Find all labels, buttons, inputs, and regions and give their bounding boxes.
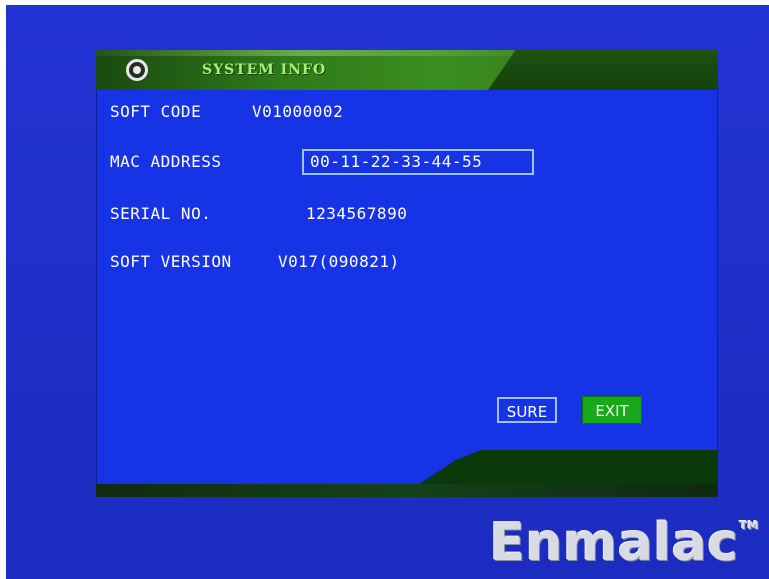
system-info-dialog: SYSTEM INFO SOFT CODE V01000002 MAC ADDR… <box>96 50 718 497</box>
title-bar-notch <box>488 50 718 90</box>
soft-version-label: SOFT VERSION <box>110 252 232 271</box>
serial-no-value: 1234567890 <box>306 204 408 223</box>
soft-code-value: V01000002 <box>252 102 344 121</box>
sure-button[interactable]: SURE <box>497 397 557 423</box>
soft-version-row: SOFT VERSION <box>110 252 232 271</box>
serial-no-label: SERIAL NO. <box>110 204 212 223</box>
dialog-footer-bar <box>96 484 718 497</box>
mac-address-row: MAC ADDRESS <box>110 152 221 171</box>
mac-address-label: MAC ADDRESS <box>110 152 222 171</box>
trademark-mark: TM <box>739 519 759 532</box>
screen-background: SYSTEM INFO SOFT CODE V01000002 MAC ADDR… <box>6 5 769 579</box>
mac-address-field[interactable]: 00-11-22-33-44-55 <box>302 149 534 175</box>
title-bar-highlight <box>96 50 516 56</box>
exit-button[interactable]: EXIT <box>582 396 642 424</box>
gear-icon <box>126 59 148 81</box>
soft-code-label: SOFT CODE <box>110 102 202 121</box>
soft-version-value: V017(090821) <box>278 252 400 271</box>
serial-no-row: SERIAL NO. <box>110 204 211 223</box>
soft-code-row: SOFT CODE <box>110 102 201 121</box>
dialog-title: SYSTEM INFO <box>202 62 327 78</box>
title-bar: SYSTEM INFO <box>96 50 718 90</box>
brand-logo-text: Enmalac <box>489 513 739 573</box>
brand-logo: EnmalacTM <box>489 513 759 573</box>
